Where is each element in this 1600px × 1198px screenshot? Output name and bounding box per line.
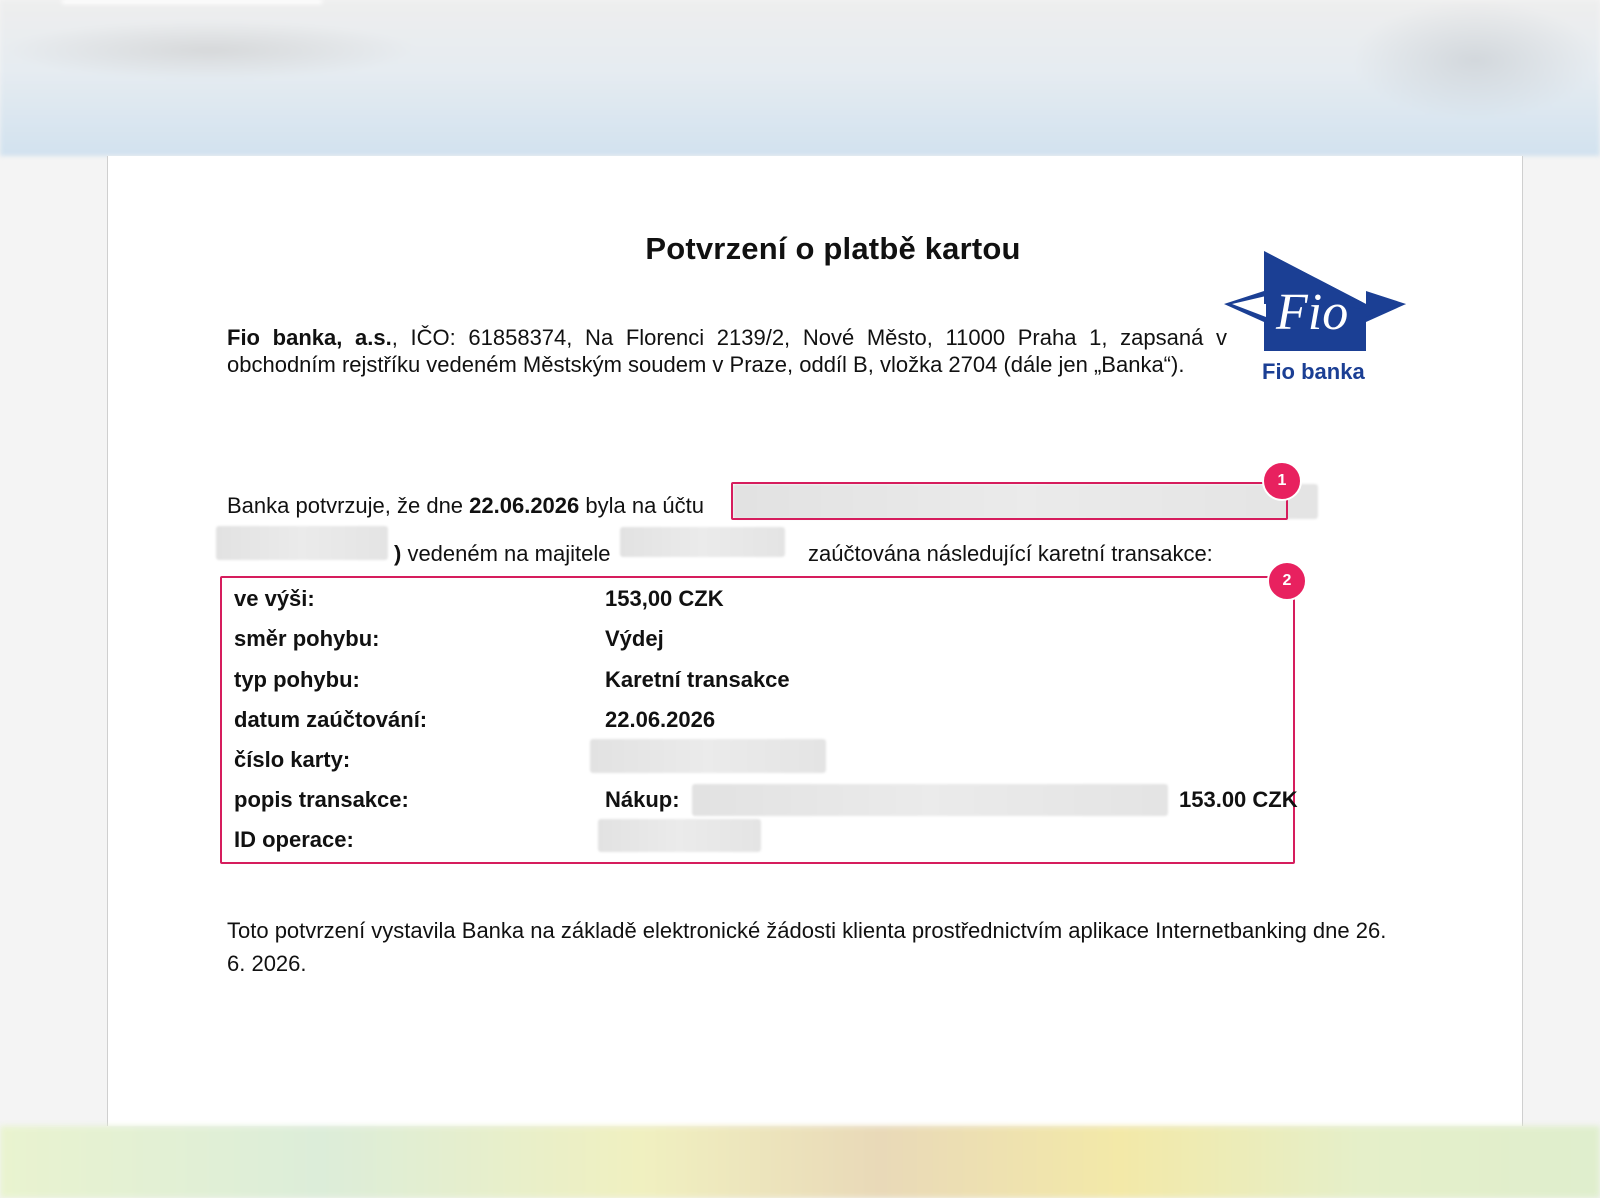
label-amount: ve výši: [234,586,315,611]
confirm-line-3: zaúčtována následující karetní transakce… [808,541,1213,566]
label-card: číslo karty: [234,747,351,772]
value-direction: Výdej [605,626,664,651]
value-date: 22.06.2026 [605,707,716,732]
confirm-prefix: Banka potvrzuje, že dne [227,493,470,518]
blurred-toolbar [0,20,420,80]
redacted-account-2 [216,526,388,560]
confirm-date: 22.06.2026 [469,493,580,518]
highlight-box-account [731,482,1288,520]
label-type: typ pohybu: [234,667,360,692]
marker-1: 1 [1262,461,1302,501]
redacted-owner [620,527,785,557]
confirm-owner: vedeném na majitele [401,541,611,566]
logo-caption: Fio banka [1262,359,1365,384]
document-title: Potvrzení o platbě kartou [645,231,1021,266]
redacted-merchant [692,784,1168,816]
value-amount: 153,00 CZK [605,586,724,611]
redacted-operation-id [598,819,761,852]
fio-banka-logo: Fio Fio banka [1224,251,1406,384]
label-direction: směr pohybu: [234,626,380,651]
footer-text: Toto potvrzení vystavila Banka na základ… [227,918,1387,976]
document-page: Potvrzení o platbě kartou Fio Fio banka … [107,156,1523,1126]
browser-tab [62,0,322,4]
redacted-card-number [590,739,826,773]
blurred-toolbar-right [1350,0,1600,120]
browser-chrome-blurred [0,0,1600,156]
bank-intro: Fio banka, a.s., IČO: 61858374, Na Flore… [227,324,1227,378]
label-description: popis transakce: [234,787,409,812]
confirm-mid: byla na účtu [579,493,705,518]
value-description-amount: 153.00 CZK [1179,787,1298,812]
marker-2: 2 [1267,561,1307,601]
label-operation-id: ID operace: [234,827,354,852]
confirm-line-2: ) vedeném na majitele [394,541,610,567]
bank-name: Fio banka, a.s. [227,325,392,350]
label-date: datum zaúčtování: [234,707,428,732]
logo-fio-text: Fio [1275,284,1348,341]
value-description-prefix: Nákup: [605,787,680,812]
value-type: Karetní transakce [605,667,790,692]
blurred-background-bottom [0,1126,1600,1198]
confirm-line-1: Banka potvrzuje, že dne 22.06.2026 byla … [227,493,704,519]
